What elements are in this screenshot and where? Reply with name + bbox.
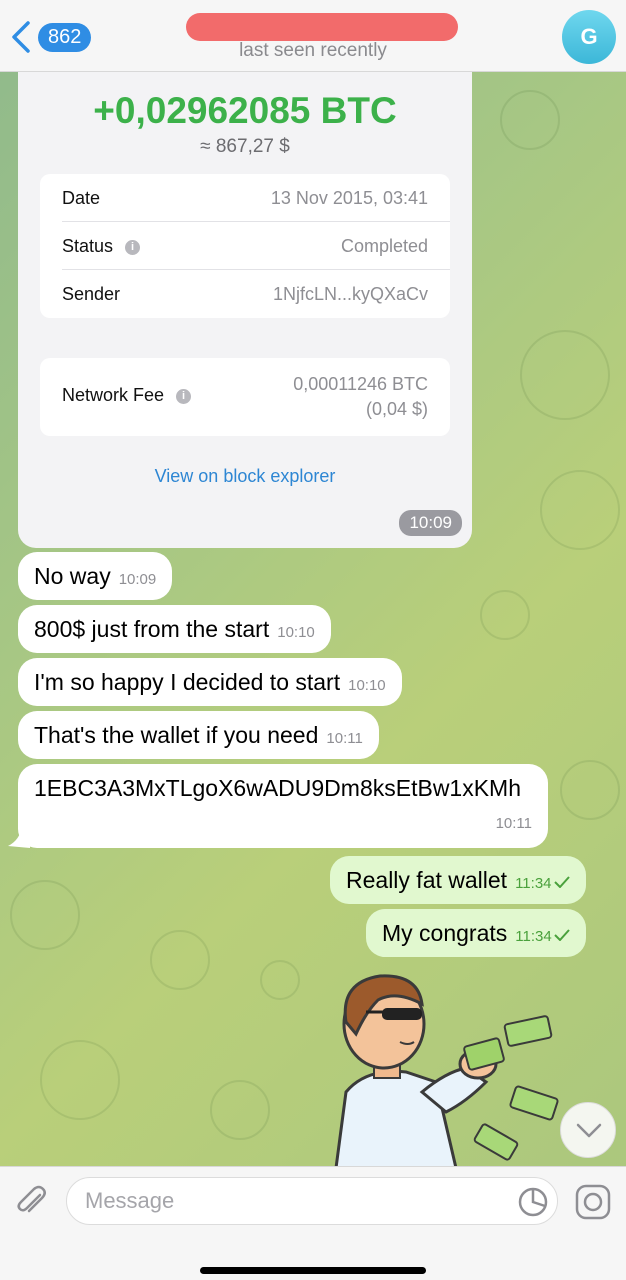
- message-time: 10:11: [495, 815, 532, 832]
- message-time: 10:10: [348, 677, 386, 694]
- network-fee-box: Network Fee i 0,00011246 BTC (0,04 $): [40, 358, 450, 436]
- message-time: 10:10: [277, 624, 315, 641]
- message-time: 11:34: [515, 928, 552, 945]
- message-text: Really fat wallet: [346, 867, 508, 893]
- sticker-icon[interactable]: [517, 1186, 549, 1218]
- message-bubble-outgoing[interactable]: My congrats 11:34: [366, 909, 586, 957]
- message-text: My congrats: [382, 920, 508, 946]
- check-icon: [553, 876, 570, 888]
- check-icon: [553, 929, 570, 941]
- info-icon[interactable]: i: [125, 239, 141, 255]
- fee-fiat: (0,04 $): [365, 399, 428, 419]
- detail-label: Status i: [62, 236, 141, 257]
- message-bubble-incoming[interactable]: 800$ just from the start 10:10: [18, 605, 331, 653]
- message-time: 10:09: [399, 510, 462, 536]
- message-time: 10:11: [326, 730, 363, 747]
- message-bubble-incoming[interactable]: 1EBC3A3MxTLgoX6wADU9Dm8ksEtBw1xKMh 10:11: [18, 764, 548, 848]
- detail-label: Sender: [62, 284, 121, 304]
- message-text: I'm so happy I decided to start: [34, 669, 341, 695]
- last-seen-status: last seen recently: [239, 40, 387, 61]
- avatar[interactable]: G: [562, 10, 616, 64]
- detail-row-sender: Sender 1NjfcLN...kyQXaCv: [40, 270, 450, 318]
- fiat-equivalent: ≈ 867,27 $: [200, 136, 290, 157]
- message-bubble-incoming[interactable]: No way 10:09: [18, 552, 173, 600]
- detail-label: Date: [62, 188, 101, 208]
- contact-name-redacted[interactable]: [186, 13, 458, 41]
- message-text: That's the wallet if you need: [34, 722, 319, 748]
- message-text: 800$ just from the start: [34, 616, 270, 642]
- chat-header: 862 last seen recently G: [0, 0, 626, 72]
- block-explorer-link[interactable]: View on block explorer: [18, 466, 472, 487]
- info-icon[interactable]: i: [176, 388, 192, 404]
- money-sticker[interactable]: [326, 972, 566, 1168]
- message-bubble-incoming[interactable]: That's the wallet if you need 10:11: [18, 711, 379, 759]
- btc-amount: +0,02962085 BTC: [93, 90, 397, 131]
- home-indicator: [200, 1267, 426, 1274]
- fee-value: 0,00011246 BTC (0,04 $): [293, 372, 428, 422]
- message-time: 11:34: [515, 875, 552, 892]
- detail-value: Completed: [340, 236, 428, 256]
- message-placeholder: Message: [85, 1188, 175, 1213]
- camera-icon: [575, 1184, 611, 1220]
- message-text: No way: [34, 563, 111, 589]
- scroll-down-button[interactable]: [560, 1102, 616, 1158]
- transaction-details: Date 13 Nov 2015, 03:41 Status i Complete…: [40, 174, 450, 318]
- message-input[interactable]: Message: [66, 1177, 558, 1225]
- camera-button[interactable]: [574, 1183, 612, 1221]
- message-text: 1EBC3A3MxTLgoX6wADU9Dm8ksEtBw1xKMh: [34, 775, 522, 801]
- detail-value[interactable]: 1NjfcLN...kyQXaCv: [273, 284, 428, 305]
- message-time: 10:09: [118, 571, 157, 588]
- fee-btc: 0,00011246 BTC: [293, 374, 428, 394]
- transaction-card: +0,02962085 BTC ≈ 867,27 $ Date 13 Nov 2…: [18, 40, 472, 548]
- message-composer: Message: [0, 1166, 626, 1280]
- detail-row-status: Status i Completed: [40, 222, 450, 270]
- attach-button[interactable]: [14, 1183, 50, 1219]
- paperclip-icon: [17, 1185, 46, 1213]
- message-bubble-outgoing[interactable]: Really fat wallet 11:34: [330, 856, 586, 904]
- message-bubble-incoming[interactable]: I'm so happy I decided to start 10:10: [18, 658, 402, 706]
- detail-row-date: Date 13 Nov 2015, 03:41: [40, 174, 450, 222]
- fee-label: Network Fee i: [62, 385, 192, 406]
- detail-value: 13 Nov 2015, 03:41: [270, 188, 428, 208]
- chevron-down-icon: [576, 1123, 602, 1138]
